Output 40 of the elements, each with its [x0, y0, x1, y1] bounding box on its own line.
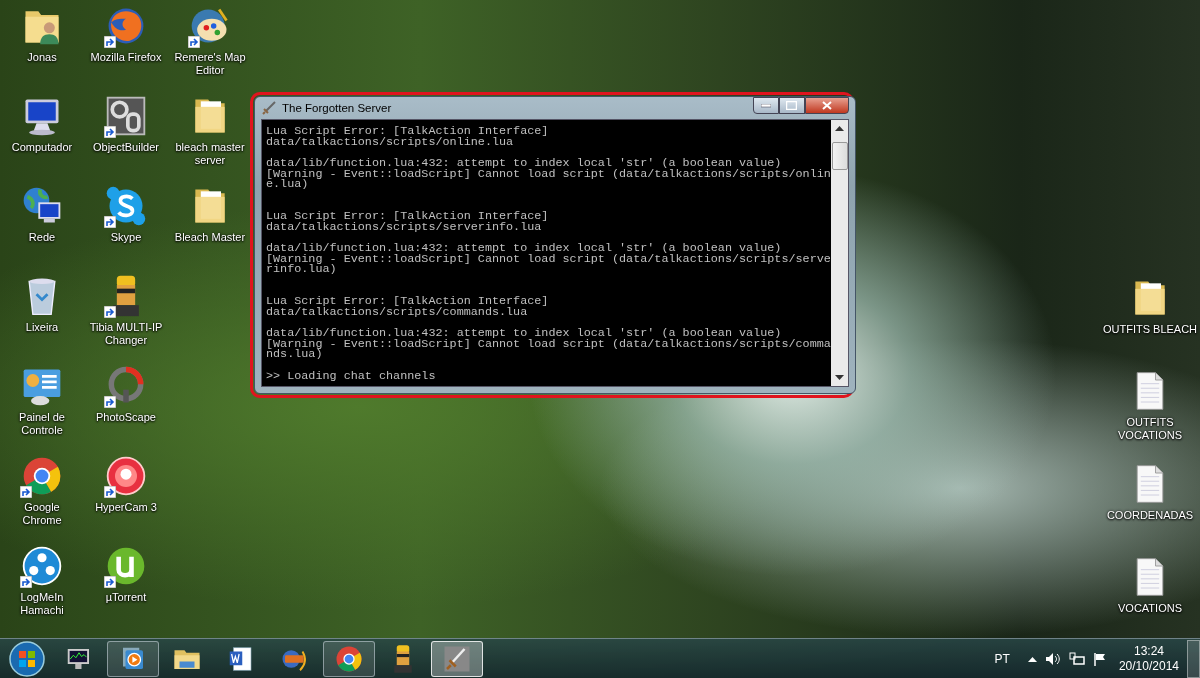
console-line: data/lib/function.lua:432: attempt to index local 'str' (a boolean value) [266, 328, 782, 339]
console-line: e.lua) [266, 179, 309, 190]
console-line: nds.lua) [266, 349, 324, 361]
desktop-icon-label[interactable]: Google Chrome [4, 501, 80, 527]
console-line: [Warning - Event::loadScript] Cannot load script (data/talkactions/scripts/comma [266, 338, 831, 350]
console-line: rinfo.lua) [266, 264, 338, 275]
desktop-icon-label[interactable]: Skype [110, 231, 142, 244]
console-line: data/lib/function.lua:432: attempt to index local 'str' (a boolean value) [266, 243, 782, 254]
desktop-icon-label[interactable]: Tibia MULTI-IP Changer [88, 321, 164, 347]
desktop-icon-label[interactable]: Painel de Controle [4, 411, 80, 437]
desktop-icon-label[interactable]: LogMeIn Hamachi [4, 591, 80, 617]
desktop-icon-label[interactable]: Remere's Map Editor [172, 51, 248, 77]
console-line: data/lib/function.lua:432: attempt to index local 'str' (a boolean value) [266, 157, 782, 169]
console-line: data/talkactions/scripts/commands.lua [266, 306, 528, 318]
console-line: data/talkactions/scripts/serverinfo.lua [266, 221, 542, 233]
desktop-icon-label[interactable]: Computador [11, 141, 73, 154]
console-line: [Warning - Event::loadScript] Cannot load script (data/talkactions/scripts/onlin [266, 168, 831, 180]
desktop-icon-label[interactable]: OUTFITS BLEACH [1102, 323, 1198, 336]
console-line: Lua Script Error: [TalkAction Interface] [266, 126, 550, 137]
desktop-icon-label[interactable]: VOCATIONS [1118, 602, 1182, 615]
console-line: Lua Script Error: [TalkAction Interface] [266, 296, 550, 307]
desktop-icon-label[interactable]: Rede [28, 231, 56, 244]
desktop-icon-label[interactable]: OUTFITS VOCATIONS [1100, 416, 1200, 442]
console-line: >> Loading chat channels [266, 370, 437, 382]
desktop-icon-label[interactable]: Bleach Master [174, 231, 246, 244]
console-line: data/talkactions/scripts/online.lua [266, 136, 514, 148]
desktop-icon-label[interactable]: COORDENADAS [1106, 509, 1194, 522]
desktop-icon-label[interactable]: PhotoScape [96, 411, 156, 424]
console-line: Lua Script Error: [TalkAction Interface] [266, 211, 550, 222]
desktop-icon-label[interactable]: ObjectBuilder [92, 141, 159, 154]
language-indicator[interactable]: PT [994, 651, 1010, 666]
desktop-icon-label[interactable]: Jonas [27, 51, 57, 64]
desktop-icon-label[interactable]: µTorrent [105, 591, 147, 604]
desktop-icon-label[interactable]: HyperCam 3 [95, 501, 157, 514]
desktop-icon-label[interactable]: Lixeira [25, 321, 59, 334]
desktop-icon-label[interactable]: Mozilla Firefox [90, 51, 162, 64]
console-line: [Warning - Event::loadScript] Cannot load script (data/talkactions/scripts/serve [266, 253, 831, 265]
window-title: The Forgotten Server [282, 102, 393, 114]
desktop-icon-label[interactable]: bleach master server [172, 141, 248, 167]
clock[interactable]: 13:24 20/10/2014 [1114, 643, 1183, 674]
